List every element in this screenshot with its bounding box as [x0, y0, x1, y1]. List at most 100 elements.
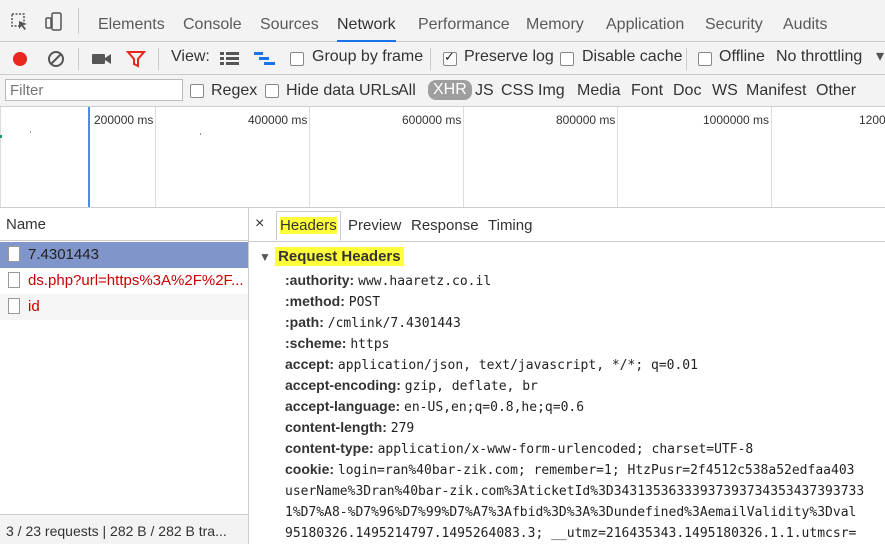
header-value: application/json, text/javascript, */*; … [337, 358, 698, 373]
filter-type-other[interactable]: Other [816, 82, 856, 100]
detail-tab-headers-label: Headers [280, 217, 337, 234]
timeline-tick-label: 1200 [859, 113, 885, 127]
header-row: content-length: 279 [285, 419, 414, 436]
header-value: 279 [390, 421, 415, 436]
divider [430, 48, 431, 70]
group-by-frame-checkbox[interactable] [290, 52, 304, 66]
request-name: id [28, 298, 40, 315]
header-value: POST [348, 295, 381, 310]
filter-type-all[interactable]: All [398, 82, 416, 100]
waterfall-view-icon[interactable] [254, 51, 276, 67]
tab-memory[interactable]: Memory [526, 0, 584, 42]
file-icon [8, 246, 20, 262]
throttling-select[interactable]: No throttling [776, 48, 862, 66]
header-name: :scheme: [285, 335, 347, 351]
request-row[interactable]: id [0, 294, 248, 320]
hide-data-urls-label: Hide data URLs [286, 82, 399, 99]
filter-type-doc[interactable]: Doc [673, 82, 701, 100]
tab-application[interactable]: Application [606, 0, 684, 42]
filter-funnel-icon[interactable] [126, 49, 146, 69]
timeline-bar [0, 135, 2, 138]
header-value: login=ran%40bar-zik.com; remember=1; Htz… [337, 463, 855, 478]
header-name: accept: [285, 356, 335, 372]
timeline-tick-label: 200000 ms [94, 113, 154, 127]
chevron-down-icon[interactable]: ▾ [876, 46, 884, 66]
request-detail-pane: × Headers Preview Response Timing ▼ Requ… [249, 208, 885, 544]
request-name: ds.php?url=https%3A%2F%2F... [28, 272, 244, 289]
tab-console[interactable]: Console [183, 0, 242, 42]
timeline-tick-label: 600000 ms [402, 113, 462, 127]
clear-icon[interactable] [46, 49, 66, 69]
record-icon[interactable] [10, 49, 30, 69]
device-toolbar-icon[interactable] [44, 12, 64, 32]
inspect-element-icon[interactable] [10, 12, 30, 32]
header-row: cookie: login=ran%40bar-zik.com; remembe… [285, 461, 854, 478]
detail-tab-response[interactable]: Response [411, 217, 479, 234]
close-icon[interactable]: × [255, 215, 264, 233]
regex-checkbox[interactable] [190, 84, 204, 98]
tab-audits[interactable]: Audits [783, 0, 827, 42]
hide-data-urls-checkbox[interactable] [265, 84, 279, 98]
request-row[interactable]: ds.php?url=https%3A%2F%2F... [0, 268, 248, 294]
cookie-continuation: 95180326.1495214797.1495264083.3; __utmz… [285, 526, 857, 541]
header-name: :method: [285, 293, 345, 309]
divider [686, 48, 687, 70]
file-icon [8, 298, 20, 314]
devtools-tab-bar: Elements Console Sources Network Perform… [0, 0, 885, 42]
tab-performance[interactable]: Performance [418, 0, 510, 42]
filter-input[interactable] [5, 79, 183, 101]
detail-tab-headers[interactable]: Headers [276, 211, 341, 241]
cookie-continuation: 1%D7%A8-%D7%96%D7%99%D7%A7%3Afbid%3D%3A%… [285, 505, 857, 520]
filter-type-xhr[interactable]: XHR [428, 80, 472, 100]
filter-type-manifest[interactable]: Manifest [746, 82, 806, 100]
request-name: 7.4301443 [28, 246, 99, 263]
detail-tab-preview[interactable]: Preview [348, 217, 401, 234]
divider [158, 48, 159, 70]
network-toolbar: View: Group by frame Preserve log Disabl… [0, 42, 885, 75]
header-value: https [350, 337, 390, 352]
tab-sources[interactable]: Sources [260, 0, 319, 42]
name-column-header[interactable]: Name [0, 208, 248, 241]
request-row-selected[interactable]: 7.4301443 [0, 242, 248, 268]
header-value: application/x-www-form-urlencoded; chars… [377, 442, 754, 457]
tab-elements[interactable]: Elements [98, 0, 165, 42]
filter-type-media[interactable]: Media [577, 82, 621, 100]
timeline-gridline [463, 107, 464, 207]
filter-type-font[interactable]: Font [631, 82, 663, 100]
list-view-icon[interactable] [220, 51, 240, 67]
timeline-gridline [0, 107, 1, 207]
offline-label: Offline [719, 48, 765, 65]
timeline-overview[interactable]: 200000 ms 400000 ms 600000 ms 800000 ms … [0, 107, 885, 208]
request-status-summary: 3 / 23 requests | 282 B / 282 B tra... [0, 514, 248, 544]
offline-checkbox[interactable] [698, 52, 712, 66]
filter-type-img[interactable]: Img [538, 82, 565, 100]
header-value: en-US,en;q=0.8,he;q=0.6 [404, 400, 585, 415]
timeline-tick-label: 800000 ms [556, 113, 616, 127]
filter-type-js[interactable]: JS [475, 82, 494, 100]
preserve-log-checkbox[interactable] [443, 49, 457, 66]
timeline-bar [200, 133, 201, 135]
video-camera-icon[interactable] [91, 50, 113, 68]
header-name: :authority: [285, 272, 355, 288]
request-headers-section[interactable]: ▼ Request Headers [259, 247, 404, 266]
timeline-marker [88, 107, 90, 207]
section-title: Request Headers [275, 247, 404, 266]
group-by-frame-label: Group by frame [312, 48, 424, 65]
filter-type-ws[interactable]: WS [712, 82, 738, 100]
disable-cache-checkbox[interactable] [560, 52, 574, 66]
cookie-continuation: userName%3Dran%40bar-zik.com%3AticketId%… [285, 484, 865, 499]
header-name: :path: [285, 314, 324, 330]
preserve-log-label: Preserve log [464, 48, 554, 65]
header-row: accept-encoding: gzip, deflate, br [285, 377, 538, 394]
header-value: www.haaretz.co.il [358, 274, 492, 289]
header-row: :path: /cmlink/7.4301443 [285, 314, 461, 331]
filter-type-css[interactable]: CSS [501, 82, 534, 100]
tab-security[interactable]: Security [705, 0, 763, 42]
tab-network[interactable]: Network [337, 0, 396, 42]
detail-tab-timing[interactable]: Timing [488, 217, 532, 234]
timeline-gridline [771, 107, 772, 207]
header-name: accept-encoding: [285, 377, 401, 393]
filter-bar: Regex Hide data URLs All XHR JS CSS Img … [0, 75, 885, 107]
header-name: cookie: [285, 461, 335, 477]
header-name: accept-language: [285, 398, 401, 414]
